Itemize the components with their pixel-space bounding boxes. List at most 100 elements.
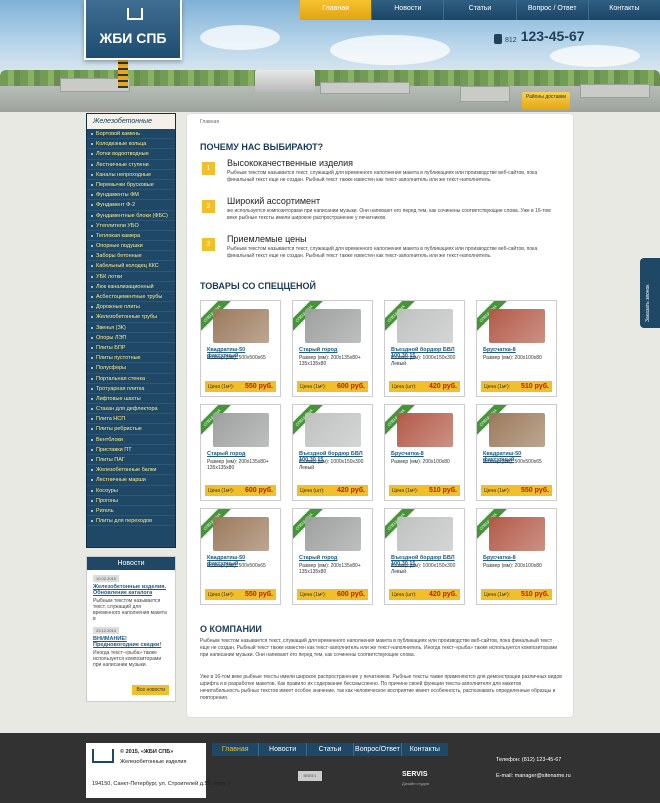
sidebar-item[interactable]: Кабельный колодец ККС [87, 261, 175, 272]
all-news-button[interactable]: Все новости [132, 685, 169, 695]
product-name[interactable]: Старый город [299, 347, 369, 353]
sidebar-item[interactable]: Люк канализационный [87, 282, 175, 292]
sidebar-item[interactable]: Лотки водоотводные [87, 149, 175, 160]
sidebar-item[interactable]: Плиты ребристые [87, 424, 175, 435]
product-card[interactable]: СПЕЦЦЕНА Квадратиш-50 фактурный Размер (мм… [200, 300, 281, 397]
nav-home[interactable]: Главная [300, 0, 372, 20]
nav-contacts[interactable]: Контакты [587, 0, 660, 20]
product-image[interactable] [213, 517, 269, 551]
sidebar-item[interactable]: Заборы бетонные [87, 251, 175, 262]
sidebar-item[interactable]: Лифтовые шахты [87, 394, 175, 405]
counter-badge[interactable]: ВВЕЕ1 [298, 771, 322, 781]
sidebar-item[interactable]: Бортовой камень [87, 129, 175, 140]
product-image[interactable] [489, 517, 545, 551]
sidebar-item[interactable]: Опорные подушки [87, 241, 175, 252]
sidebar-item[interactable]: Стакан для дефлектора [87, 404, 175, 415]
product-image[interactable] [305, 413, 361, 447]
product-card[interactable]: СПЕЦЦЕНА Въездной бордюр БВЛ 100.30.15 Раз… [292, 404, 373, 501]
sidebar-item[interactable]: Приставки ПТ [87, 445, 175, 455]
sidebar-item[interactable]: Ригель [87, 506, 175, 517]
product-image[interactable] [213, 309, 269, 343]
product-name[interactable]: Старый город [299, 555, 369, 561]
sidebar-item[interactable]: Асбестоцементные трубы [87, 292, 175, 303]
sidebar-item[interactable]: Косоуры [87, 486, 175, 496]
news-item-title[interactable]: Железобетонные изделия. Обновление катал… [93, 584, 169, 596]
callback-button[interactable]: Заказать звонок [640, 258, 660, 328]
sidebar-item[interactable]: Фундаментные блоки (ФБС) [87, 211, 175, 221]
sidebar-item[interactable]: Каналы непроходные [87, 170, 175, 180]
sidebar-item[interactable]: Плиты пустотные [87, 353, 175, 364]
feature-number: 1 [202, 162, 215, 175]
product-card[interactable]: СПЕЦЦЕНА Квадратиш-50 фактурный Размер (мм… [200, 508, 281, 605]
sidebar-item[interactable]: Лестничные марши [87, 475, 175, 486]
product-name[interactable]: Брусчатка-8 [483, 555, 553, 561]
delivery-areas-button[interactable]: Районы доставки [522, 92, 570, 110]
price-label: Цена (1м²): [300, 383, 327, 390]
sidebar-item[interactable]: Прогоны [87, 496, 175, 506]
sidebar-item[interactable]: Дорожные плиты [87, 302, 175, 313]
sidebar-item[interactable]: Опоры ЛЭП [87, 333, 175, 343]
product-image[interactable] [489, 413, 545, 447]
product-size: Размер (мм): 200х135х80+ 135х135х80 [207, 459, 269, 471]
sidebar-item[interactable]: Плита НСП [87, 414, 175, 425]
product-name[interactable]: Старый город [207, 451, 277, 457]
product-card[interactable]: СПЕЦЦЕНА Въездной бордюр БВЛ 100.30.15 Раз… [384, 300, 465, 397]
dev-logo[interactable]: SERVIS [402, 771, 428, 778]
footer-email[interactable]: E-mail: manager@sitename.ru [496, 773, 571, 779]
sidebar-item[interactable]: Тротуарная плитка [87, 384, 175, 394]
product-card[interactable]: СПЕЦЦЕНА Квадратиш-50 фактурный Размер (мм… [476, 404, 557, 501]
price-value: 420 руб. [429, 383, 457, 390]
product-image[interactable] [305, 517, 361, 551]
sidebar-item[interactable]: Портальная стенка [87, 374, 175, 384]
price-label: Цена (1м²): [392, 487, 419, 494]
sidebar-item[interactable]: Плиты БПР [87, 343, 175, 354]
sidebar-item[interactable]: Полусферы [87, 363, 175, 374]
product-image[interactable] [397, 309, 453, 343]
crane-image [118, 58, 128, 88]
sidebar-item[interactable]: Плиты ПАГ [87, 455, 175, 466]
nav-faq[interactable]: Вопрос / Ответ [515, 0, 588, 20]
logo[interactable]: ЖБИ СПБ [84, 0, 182, 60]
footer-nav-articles[interactable]: Статьи [305, 743, 353, 756]
sidebar-item[interactable]: Плиты для переходов [87, 516, 175, 527]
product-image[interactable] [397, 517, 453, 551]
sidebar-item[interactable]: Фундаменты ФМ [87, 190, 175, 201]
sidebar-item[interactable]: Утеплители УБО [87, 221, 175, 231]
product-image[interactable] [397, 413, 453, 447]
product-card[interactable]: СПЕЦЦЕНА Старый город Размер (мм): 200х135… [292, 508, 373, 605]
sidebar-item[interactable]: Перемычки брусковые [87, 180, 175, 191]
product-card[interactable]: СПЕЦЦЕНА Старый город Размер (мм): 200х135… [200, 404, 281, 501]
sidebar-item[interactable]: УБК лотки [87, 272, 175, 282]
about-title: О КОМПАНИИ [200, 624, 262, 634]
product-image[interactable] [489, 309, 545, 343]
product-card[interactable]: СПЕЦЦЕНА Старый город Размер (мм): 200х135… [292, 300, 373, 397]
news-item-text: Иногда текст-«рыба» также используется к… [93, 650, 162, 668]
sidebar-item[interactable]: Железобетонные трубы [87, 312, 175, 323]
product-card[interactable]: СПЕЦЦЕНА Брусчатка-8 Размер (мм): 200х100х… [384, 404, 465, 501]
footer-nav-contacts[interactable]: Контакты [400, 743, 448, 756]
price-label: Цена (шт): [300, 487, 325, 494]
product-card[interactable]: СПЕЦЦЕНА Въездной бордюр БВЛ 100.30.15 Раз… [384, 508, 465, 605]
feature-number: 3 [202, 238, 215, 251]
price-bar: Цена (1м²): 550 руб. [205, 381, 276, 392]
nav-articles[interactable]: Статьи [443, 0, 515, 20]
footer-nav-news[interactable]: Новости [258, 743, 305, 756]
sidebar-item[interactable]: Теплокая камера [87, 231, 175, 242]
sidebar-item[interactable]: Колодезные кольца [87, 139, 175, 150]
nav-news[interactable]: Новости [371, 0, 443, 20]
footer-nav-faq[interactable]: Вопрос/Ответ [353, 743, 400, 756]
product-name[interactable]: Брусчатка-8 [391, 451, 461, 457]
product-card[interactable]: СПЕЦЦЕНА Брусчатка-8 Размер (мм): 200х100х… [476, 508, 557, 605]
product-name[interactable]: Брусчатка-8 [483, 347, 553, 353]
product-image[interactable] [305, 309, 361, 343]
sidebar-item[interactable]: Железобетонные балки [87, 465, 175, 476]
sidebar-item[interactable]: Лестничные ступени [87, 160, 175, 170]
footer-nav-home[interactable]: Главная [212, 743, 258, 756]
sidebar-item[interactable]: Вентблоки [87, 435, 175, 445]
product-card[interactable]: СПЕЦЦЕНА Брусчатка-8 Размер (мм): 200х100х… [476, 300, 557, 397]
product-image[interactable] [213, 413, 269, 447]
sidebar-item[interactable]: Фундамент Ф-2 [87, 200, 175, 211]
news-item-title[interactable]: ВНИМАНИЕ! Предновогодние скидки! [93, 636, 169, 648]
sidebar-item[interactable]: Звенья (ЗК) [87, 323, 175, 333]
breadcrumb[interactable]: Главная [200, 119, 219, 125]
